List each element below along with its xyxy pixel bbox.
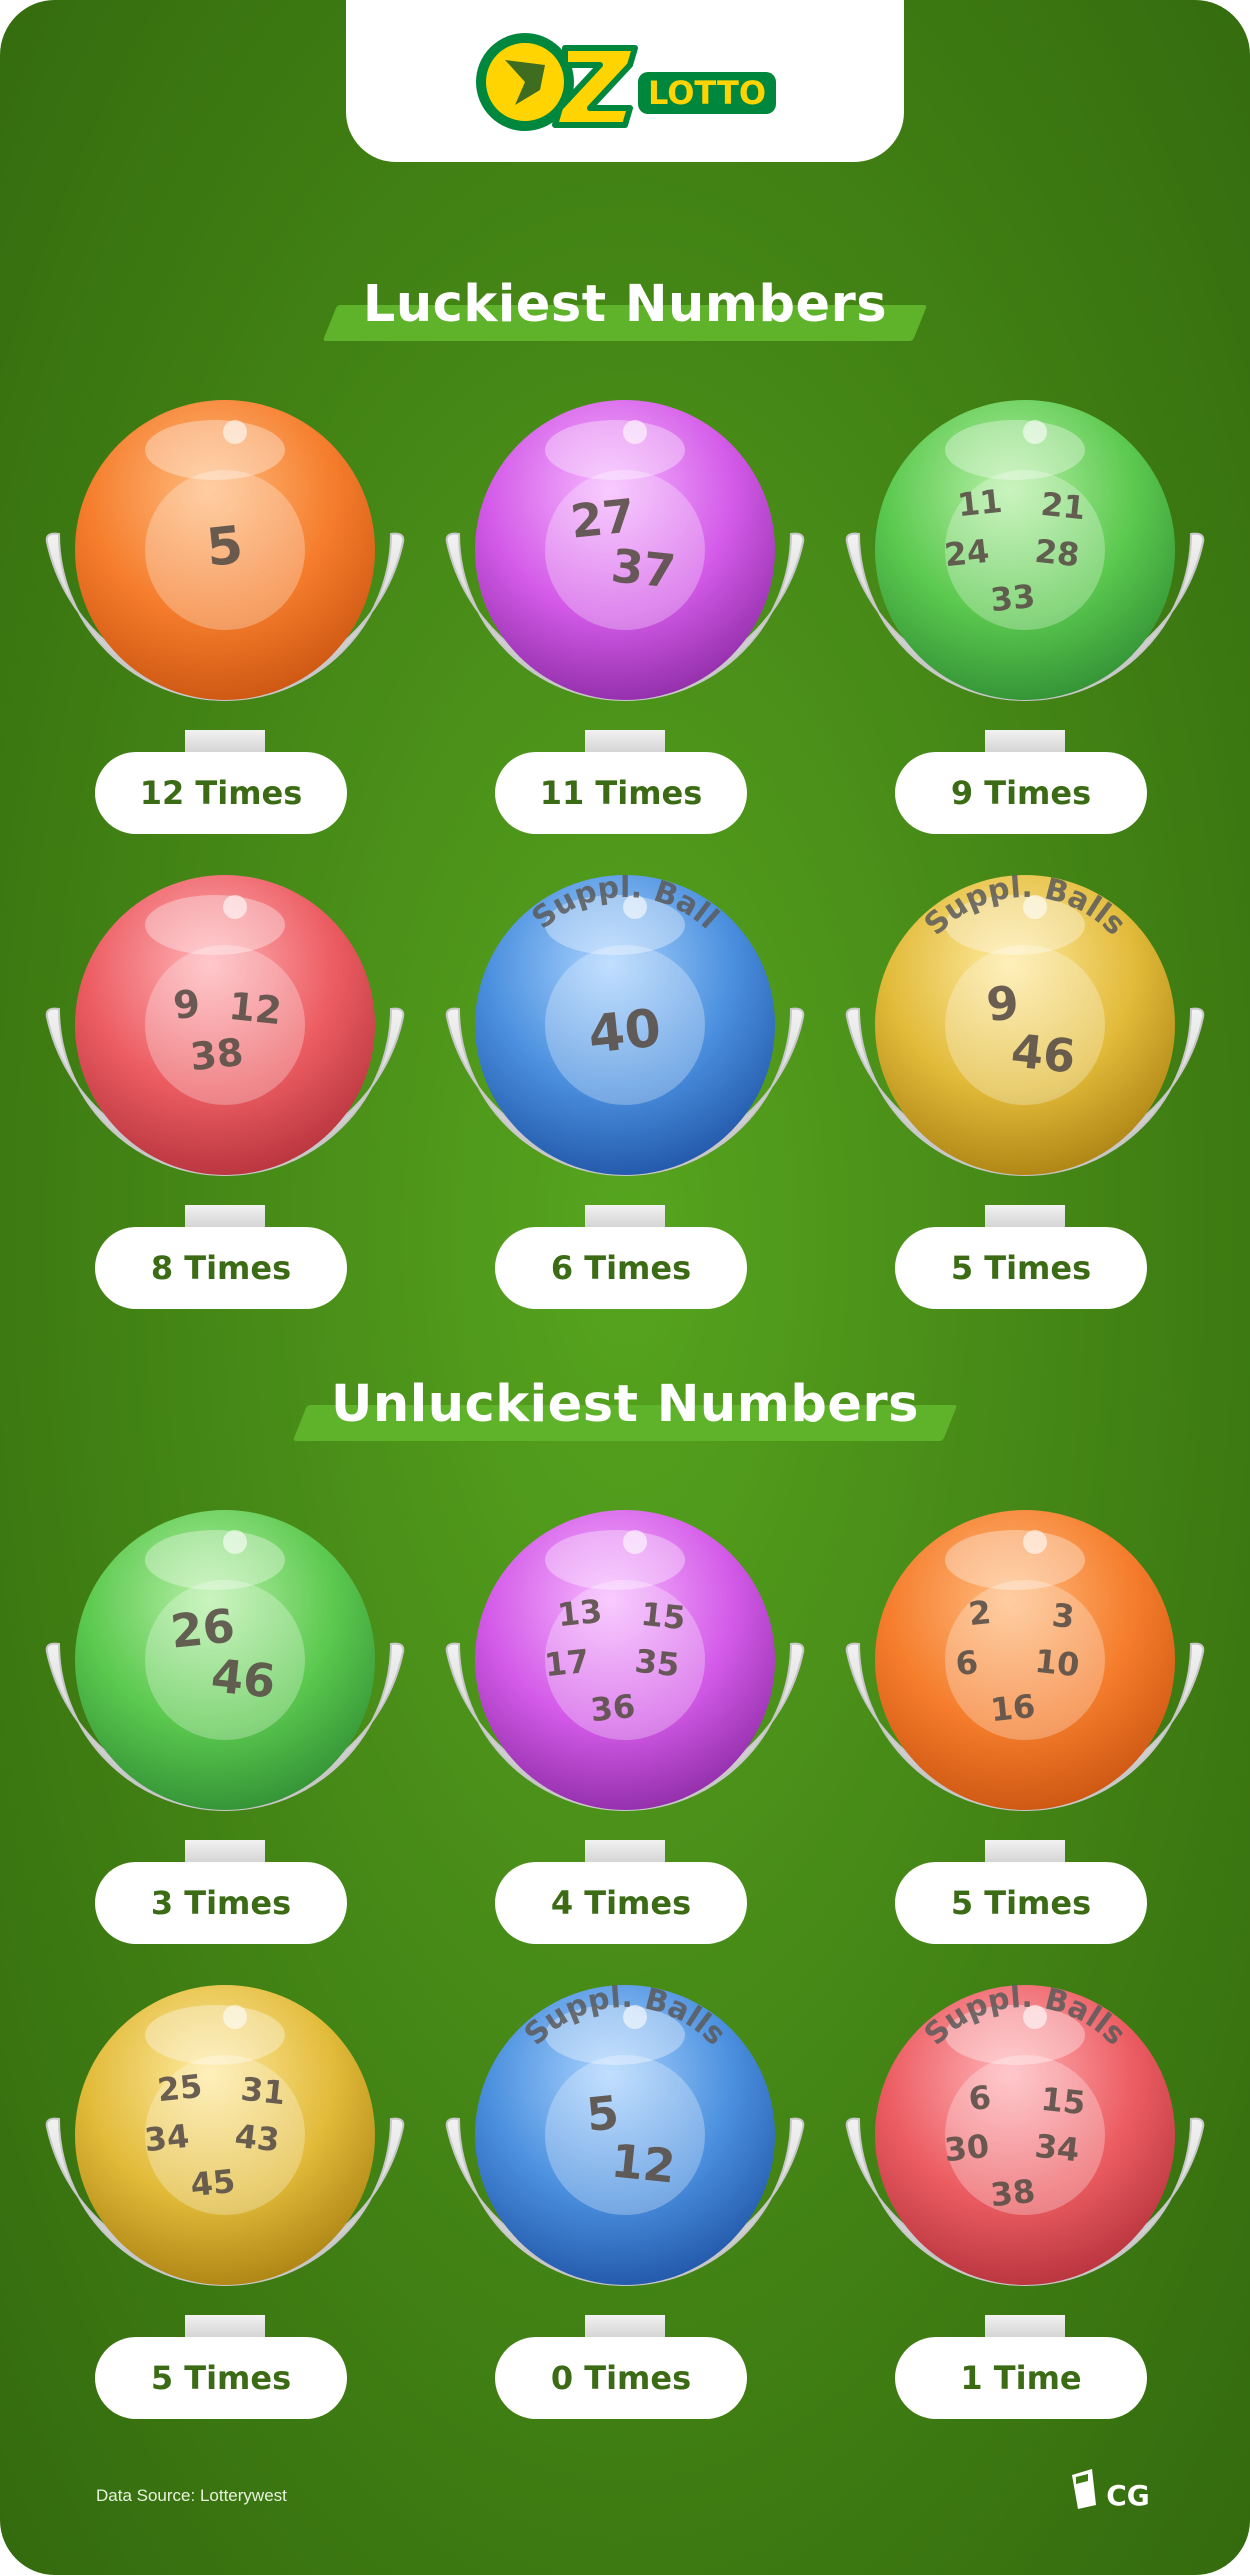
ball-number: 46	[1009, 1023, 1078, 1083]
times-label: 0 Times	[495, 2337, 747, 2419]
luckiest-title: Luckiest Numbers	[362, 275, 888, 334]
ball-number: 16	[989, 1687, 1037, 1729]
ball-number: 40	[586, 998, 664, 1065]
ball-card: 13 15 17 35 36 4 Times	[435, 1510, 815, 1980]
ball-card: 26 46 3 Times	[35, 1510, 415, 1980]
ball-card: Suppl. Balls 9 46 5 Times	[835, 875, 1215, 1345]
ball-card: 25 31 34 43 45 5 Times	[35, 1985, 415, 2455]
ball-glint	[623, 1530, 647, 1554]
ball-glint	[223, 895, 247, 919]
ball-card: 11 21 24 28 33 9 Times	[835, 400, 1215, 870]
ball-card: Suppl. Balls 5 12 0 Times	[435, 1985, 815, 2455]
ball-number: 38	[989, 2172, 1037, 2214]
times-label: 1 Time	[895, 2337, 1147, 2419]
ball-glint	[1023, 1530, 1047, 1554]
times-label: 6 Times	[495, 1227, 747, 1309]
ball-center-disc	[145, 945, 305, 1105]
unluckiest-title: Unluckiest Numbers	[331, 1375, 919, 1434]
times-label: 5 Times	[895, 1862, 1147, 1944]
ball-number: 12	[227, 984, 284, 1033]
ball-glint	[623, 420, 647, 444]
ball-number: 12	[609, 2133, 678, 2193]
ball-number: 37	[609, 538, 678, 598]
times-label: 8 Times	[95, 1227, 347, 1309]
times-label: 5 Times	[895, 1227, 1147, 1309]
ball-number: 2	[967, 1593, 993, 1633]
ball-number: 5	[204, 515, 246, 578]
times-label: 11 Times	[495, 752, 747, 834]
times-label: 4 Times	[495, 1862, 747, 1944]
ball-number: 31	[239, 2070, 287, 2112]
cg-brand-text: CG	[1106, 2479, 1150, 2512]
ball-number: 15	[639, 1595, 687, 1637]
ball-number: 21	[1039, 485, 1087, 527]
ball-number: 3	[1050, 1596, 1076, 1636]
ball-card: 2 3 6 10 16 5 Times	[835, 1510, 1215, 1980]
times-label: 5 Times	[95, 2337, 347, 2419]
ball-number: 15	[1039, 2080, 1087, 2122]
ball-glint	[223, 1530, 247, 1554]
ball-number: 46	[209, 1648, 278, 1708]
ball-glint	[1023, 420, 1047, 444]
ball-card: Suppl. Balls 6 15 30 34 38 1 Time	[835, 1985, 1215, 2455]
cg-brand-logo: CG	[1072, 2469, 1150, 2512]
ball-card: 27 37 11 Times	[435, 400, 815, 870]
unluckiest-heading: Unluckiest Numbers	[0, 1365, 1250, 1455]
svg-text:LOTTO: LOTTO	[648, 74, 766, 112]
ball-glint	[223, 420, 247, 444]
ball-number: 34	[1033, 2127, 1081, 2169]
oz-lotto-logo: LOTTO	[476, 33, 776, 131]
ball-number: 35	[633, 1642, 681, 1684]
luckiest-heading: Luckiest Numbers	[0, 265, 1250, 355]
ball-number: 17	[543, 1642, 591, 1684]
ball-number: 9	[171, 981, 202, 1028]
ball-number: 6	[954, 1643, 980, 1683]
ball-number: 6	[967, 2078, 993, 2118]
times-label: 12 Times	[95, 752, 347, 834]
times-label: 9 Times	[895, 752, 1147, 834]
ball-card: 9 12 38 8 Times	[35, 875, 415, 1345]
data-source: Data Source: Lotterywest	[96, 2486, 287, 2505]
ball-number: 34	[143, 2117, 191, 2159]
ball-number: 33	[989, 577, 1037, 619]
ball-glint	[223, 2005, 247, 2029]
ball-number: 28	[1033, 532, 1081, 574]
ball-number: 10	[1033, 1642, 1081, 1684]
ball-number: 45	[189, 2162, 237, 2204]
ball-number: 30	[943, 2127, 991, 2169]
infographic-page: LOTTO Luckiest Numbers Unluckiest Number…	[0, 0, 1250, 2575]
ball-number: 36	[589, 1687, 637, 1729]
ball-number: 38	[188, 1030, 245, 1079]
ball-number: 13	[556, 1592, 604, 1634]
times-label: 3 Times	[95, 1862, 347, 1944]
ball-number: 25	[156, 2067, 204, 2109]
ball-card: 5 12 Times	[35, 400, 415, 870]
ball-number: 43	[233, 2117, 281, 2159]
ball-number: 24	[943, 532, 991, 574]
ball-number: 11	[956, 482, 1004, 524]
ball-card: Suppl. Ball 40 6 Times	[435, 875, 815, 1345]
